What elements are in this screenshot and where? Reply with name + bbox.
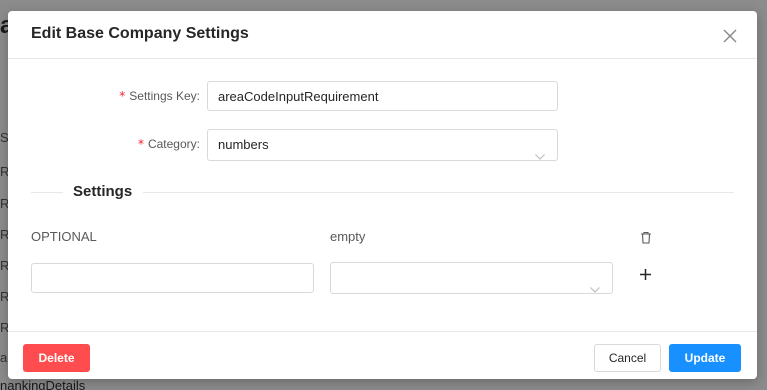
plus-icon[interactable] (639, 268, 652, 281)
cancel-button[interactable]: Cancel (594, 344, 661, 372)
category-label: * Category: (137, 137, 200, 151)
new-setting-key-input[interactable] (31, 263, 314, 293)
modal-footer: Delete Cancel Update (8, 331, 757, 379)
background-row: nankingDetails (0, 378, 86, 390)
settings-key-input[interactable]: areaCodeInputRequirement (207, 81, 558, 111)
category-select-value: numbers (218, 137, 269, 152)
settings-key-label: * Settings Key: (119, 89, 200, 103)
trash-icon[interactable] (640, 231, 652, 244)
modal-header: Edit Base Company Settings (8, 11, 757, 59)
required-mark: * (119, 89, 126, 103)
chevron-down-icon (535, 141, 545, 160)
edit-settings-modal: Edit Base Company Settings * Settings Key… (8, 11, 757, 379)
chevron-down-icon (590, 274, 600, 293)
modal-title: Edit Base Company Settings (31, 25, 249, 42)
category-label-text: Category (147, 137, 197, 151)
close-icon[interactable] (723, 29, 737, 43)
settings-key-row: * Settings Key: areaCodeInputRequirement (8, 81, 757, 113)
required-mark: * (137, 137, 144, 151)
settings-section-title: Settings (73, 183, 133, 200)
category-row: * Category: numbers (8, 129, 757, 161)
settings-key-label-text: Settings Key (129, 89, 197, 103)
delete-button[interactable]: Delete (23, 344, 90, 372)
category-select[interactable]: numbers (207, 129, 558, 161)
settings-divider: Settings (31, 183, 734, 203)
update-button[interactable]: Update (669, 344, 741, 372)
new-setting-value-select[interactable] (330, 262, 613, 294)
setting-value-text: empty (330, 229, 366, 244)
background-row: a (0, 350, 8, 365)
setting-key-text: OPTIONAL (31, 229, 97, 244)
